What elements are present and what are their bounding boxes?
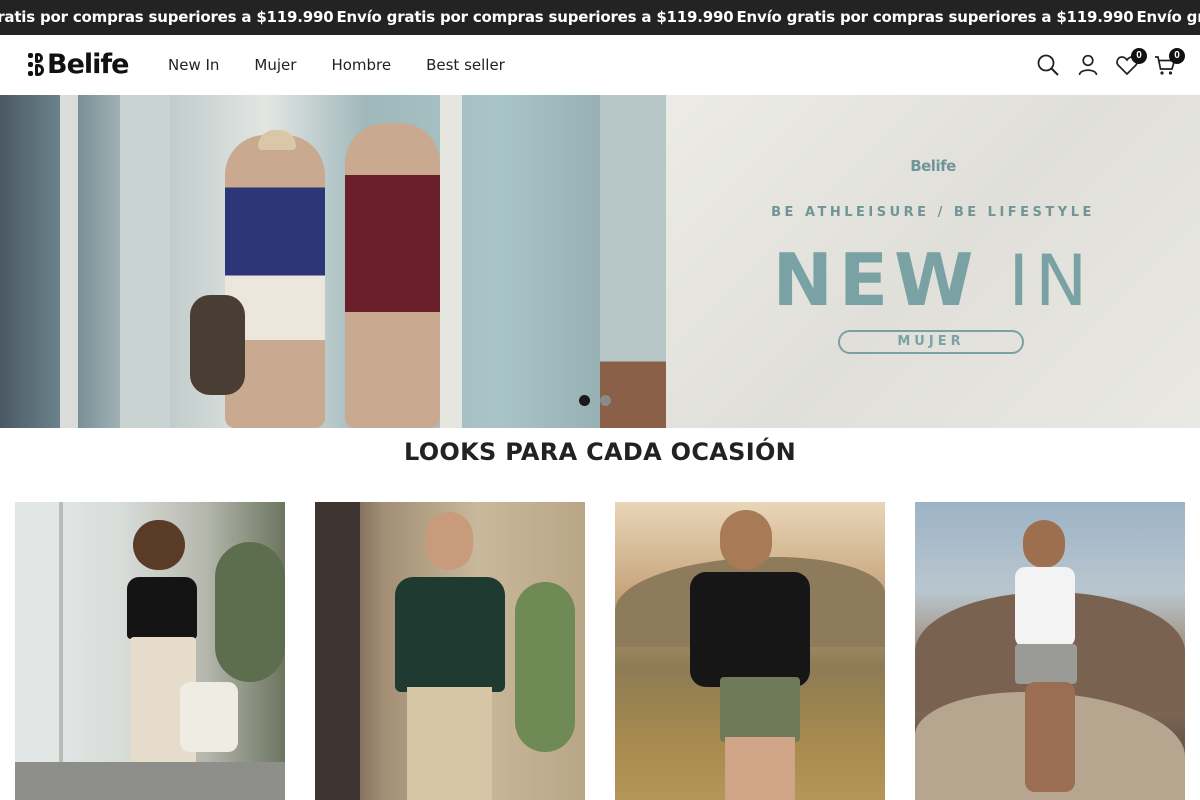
headline-light: IN	[1008, 240, 1094, 322]
banner-tagline: BE ATHLEISURE / BE LIFESTYLE	[771, 205, 1095, 220]
nav-item-hombre[interactable]: Hombre	[331, 56, 391, 74]
logo-text: Belife	[47, 49, 129, 80]
announcement-track: Envío gratis por compras superiores a $1…	[0, 0, 1200, 35]
cart-count-badge: 0	[1169, 48, 1185, 64]
main-nav: New In Mujer Hombre Best seller	[168, 35, 540, 95]
site-header: Belife New In Mujer Hombre Best seller 0…	[0, 35, 1200, 95]
search-icon[interactable]	[1036, 53, 1060, 77]
hero-banner: Belife BE ATHLEISURE / BE LIFESTYLE NEW …	[666, 95, 1200, 428]
announcement-bar: Envío gratis por compras superiores a $1…	[0, 0, 1200, 35]
hero-photo	[0, 95, 666, 428]
look-card-4[interactable]	[915, 502, 1185, 800]
account-icon[interactable]	[1076, 53, 1100, 77]
hero-slider[interactable]: Belife BE ATHLEISURE / BE LIFESTYLE NEW …	[0, 95, 1200, 428]
slider-dot-2[interactable]	[600, 395, 611, 406]
banner-brand: Belife	[910, 157, 956, 175]
wishlist-icon[interactable]: 0	[1115, 48, 1147, 77]
announcement-text: Envío gratis por compras superiores a $1…	[0, 8, 334, 26]
look-card-2[interactable]	[315, 502, 585, 800]
wishlist-count-badge: 0	[1131, 48, 1147, 64]
announcement-text: Envío gratis por compras superiores a $1…	[336, 8, 734, 26]
banner-cta-button[interactable]: MUJER	[838, 330, 1024, 354]
look-card-3[interactable]	[615, 502, 885, 800]
announcement-text: Envío gratis por compras superiores a $1…	[736, 8, 1134, 26]
brand-logo[interactable]: Belife	[28, 49, 129, 80]
looks-grid	[15, 502, 1185, 800]
nav-item-new-in[interactable]: New In	[168, 56, 219, 74]
cart-icon[interactable]: 0	[1153, 48, 1185, 77]
nav-item-mujer[interactable]: Mujer	[254, 56, 296, 74]
announcement-text: Envío gratis por compras superiores a $1…	[1136, 8, 1200, 26]
section-title: LOOKS PARA CADA OCASIÓN	[403, 438, 797, 466]
slider-dot-1[interactable]	[579, 395, 590, 406]
logo-mark-icon	[28, 52, 44, 78]
look-card-1[interactable]	[15, 502, 285, 800]
slider-dots	[579, 395, 621, 406]
banner-headline: NEW IN	[666, 235, 1200, 326]
headline-bold: NEW	[772, 238, 980, 322]
nav-item-best-seller[interactable]: Best seller	[426, 56, 505, 74]
